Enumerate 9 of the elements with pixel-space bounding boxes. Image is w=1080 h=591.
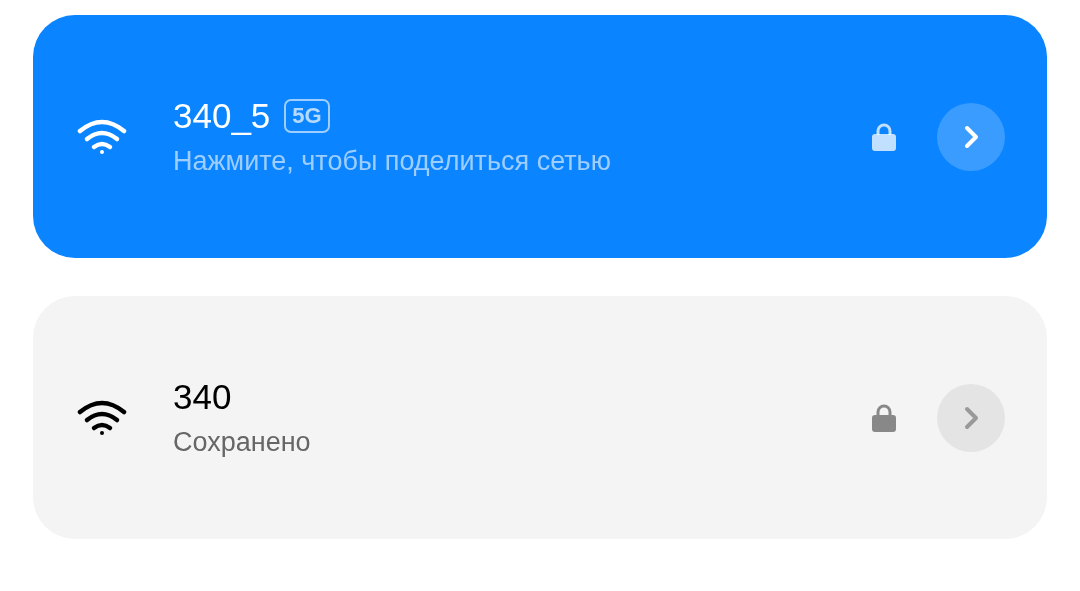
band-badge: 5G [284, 99, 330, 133]
network-status: Сохранено [173, 427, 312, 458]
wifi-icon [77, 399, 127, 436]
wifi-icon [77, 118, 127, 155]
network-status: Нажмите, чтобы поделиться сетью [173, 146, 612, 177]
network-card[interactable]: 340_5 5G Нажмите, чтобы поделиться сетью [33, 15, 1047, 258]
network-name: 340 [173, 377, 232, 417]
network-name: 340_5 [173, 96, 271, 136]
network-card[interactable]: 340 Сохранено [33, 296, 1047, 539]
